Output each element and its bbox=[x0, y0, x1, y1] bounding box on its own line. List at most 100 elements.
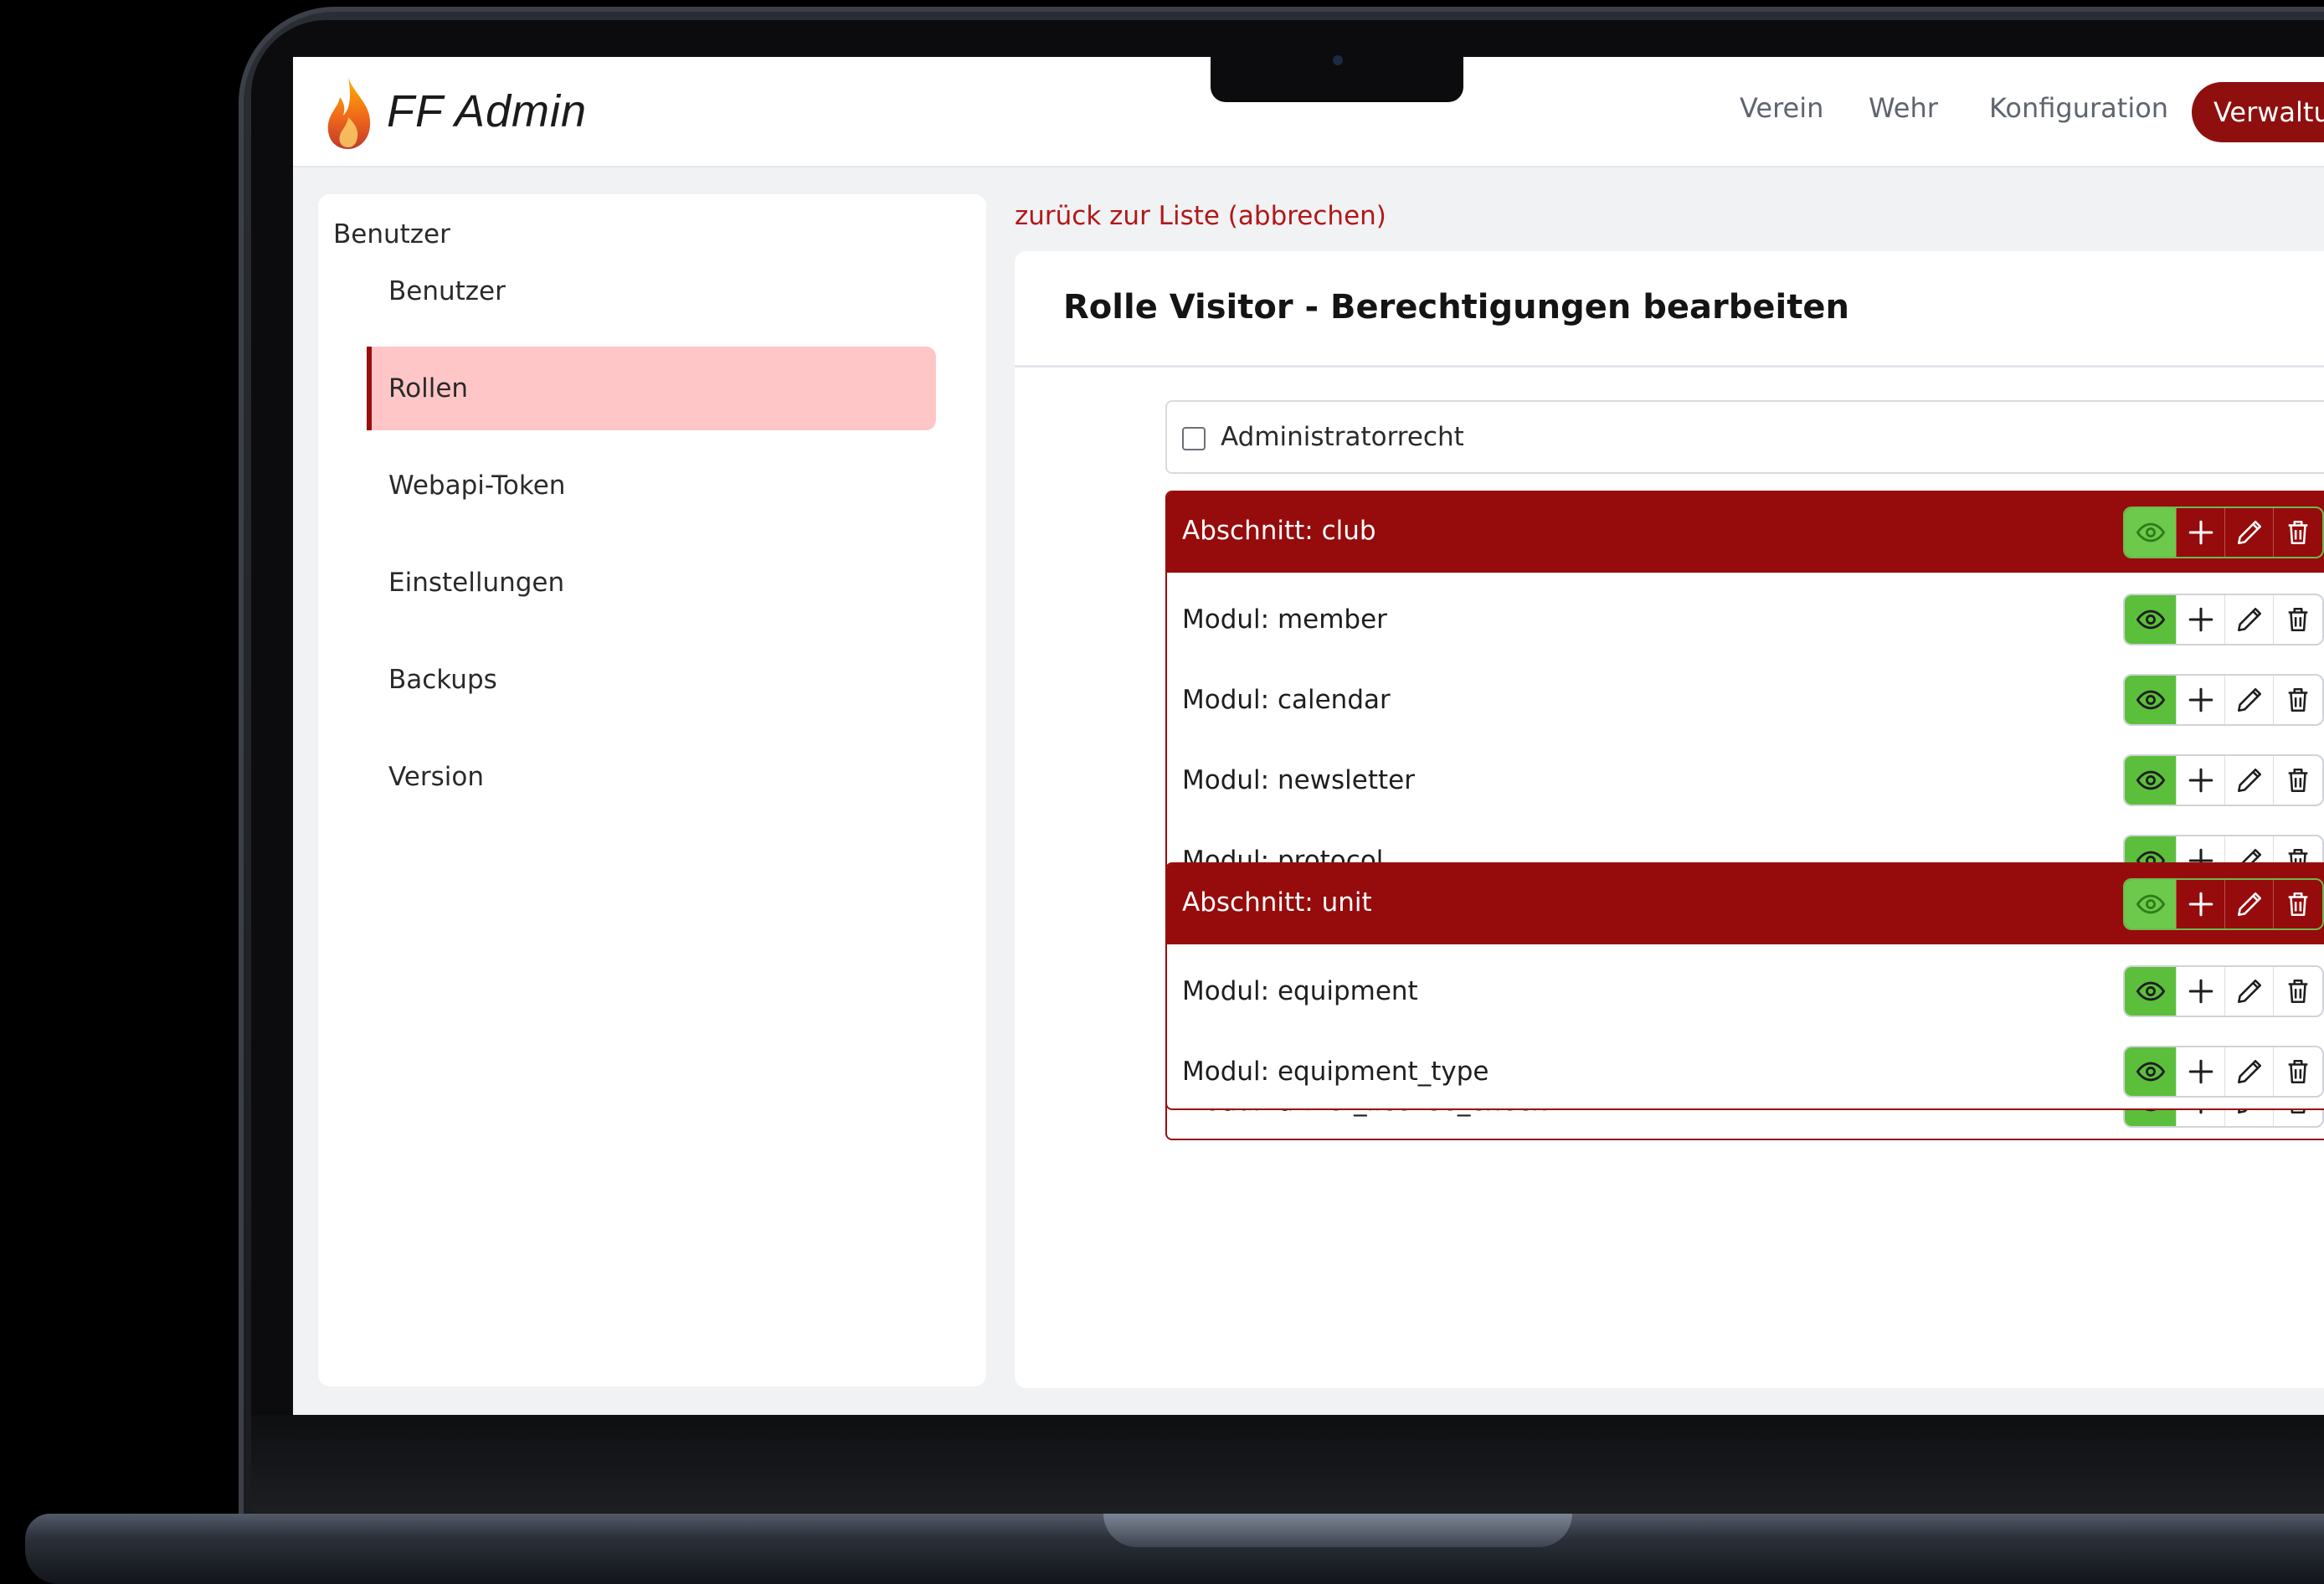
section-permission-buttons bbox=[2123, 878, 2324, 930]
sidebar-item-backups[interactable]: Backups bbox=[367, 638, 936, 722]
eye-icon bbox=[2136, 890, 2165, 918]
section-header: Abschnitt: unit bbox=[1167, 864, 2324, 944]
module-create-button[interactable] bbox=[2177, 676, 2225, 724]
module-delete-button[interactable] bbox=[2274, 1047, 2322, 1096]
eye-icon bbox=[2136, 766, 2165, 795]
module-label: Modul: equipment bbox=[1182, 976, 1418, 1006]
app-logo-text[interactable]: FF Admin bbox=[387, 85, 587, 137]
pencil-icon bbox=[2235, 518, 2264, 547]
section-delete-button[interactable] bbox=[2274, 880, 2322, 928]
module-permission-buttons bbox=[2123, 594, 2324, 645]
nav-wehr[interactable]: Wehr bbox=[1869, 92, 1938, 124]
module-row: Modul: calendar bbox=[1167, 660, 2324, 740]
plus-icon bbox=[2187, 605, 2215, 634]
module-permission-buttons bbox=[2123, 754, 2324, 806]
module-update-button[interactable] bbox=[2225, 676, 2274, 724]
sidebar-item-webapi-token[interactable]: Webapi-Token bbox=[367, 444, 936, 527]
eye-icon bbox=[2136, 977, 2165, 1005]
eye-icon bbox=[2136, 1057, 2165, 1086]
permission-list: Administratorrecht Abschnitt: club Modul:… bbox=[1015, 368, 2324, 1325]
module-view-button[interactable] bbox=[2125, 967, 2177, 1016]
module-update-button[interactable] bbox=[2225, 967, 2274, 1016]
app-screen: FF Admin Verein Wehr Konfiguration Verwa… bbox=[293, 57, 2324, 1415]
trash-icon bbox=[2284, 686, 2312, 714]
admin-permission-row: Administratorrecht bbox=[1165, 400, 2324, 474]
section-header: Abschnitt: club bbox=[1167, 492, 2324, 573]
trash-icon bbox=[2284, 1057, 2312, 1086]
module-permission-buttons bbox=[2123, 674, 2324, 726]
module-view-button[interactable] bbox=[2125, 1047, 2177, 1096]
pencil-icon bbox=[2235, 977, 2264, 1005]
eye-icon bbox=[2136, 605, 2165, 634]
module-delete-button[interactable] bbox=[2274, 676, 2322, 724]
section-create-button[interactable] bbox=[2177, 880, 2225, 928]
pencil-icon bbox=[2235, 1057, 2264, 1086]
laptop-mockup: FF Admin Verein Wehr Konfiguration Verwa… bbox=[0, 0, 2324, 1584]
module-create-button[interactable] bbox=[2177, 967, 2225, 1016]
nav-verwaltung[interactable]: Verwaltung bbox=[2192, 82, 2324, 142]
camera-icon bbox=[1333, 55, 1343, 65]
section-title: Abschnitt: club bbox=[1182, 516, 1376, 546]
section-permission-buttons bbox=[2123, 507, 2324, 558]
module-update-button[interactable] bbox=[2225, 595, 2274, 644]
plus-icon bbox=[2187, 1057, 2215, 1086]
module-label: Modul: calendar bbox=[1182, 685, 1391, 715]
module-create-button[interactable] bbox=[2177, 1047, 2225, 1096]
module-row: Modul: member bbox=[1167, 579, 2324, 660]
module-label: Modul: equipment_type bbox=[1182, 1057, 1489, 1087]
nav-verein[interactable]: Verein bbox=[1740, 92, 1823, 124]
section-view-button[interactable] bbox=[2125, 880, 2177, 928]
module-permission-buttons bbox=[2123, 1046, 2324, 1098]
module-update-button[interactable] bbox=[2225, 1047, 2274, 1096]
flame-logo-icon bbox=[327, 77, 371, 149]
sidebar-item-version[interactable]: Version bbox=[367, 735, 936, 819]
module-update-button[interactable] bbox=[2225, 756, 2274, 805]
eye-icon bbox=[2136, 686, 2165, 714]
module-create-button[interactable] bbox=[2177, 595, 2225, 644]
nav-konfiguration[interactable]: Konfiguration bbox=[1989, 92, 2168, 124]
section-update-button[interactable] bbox=[2225, 508, 2274, 557]
module-view-button[interactable] bbox=[2125, 676, 2177, 724]
module-permission-buttons bbox=[2123, 965, 2324, 1017]
trash-icon bbox=[2284, 890, 2312, 918]
module-label: Modul: newsletter bbox=[1182, 765, 1415, 795]
page-title: Rolle Visitor - Berechtigungen bearbeite… bbox=[1063, 288, 1849, 327]
module-row: Modul: equipment_type bbox=[1167, 1031, 2324, 1108]
admin-checkbox[interactable] bbox=[1182, 427, 1206, 450]
plus-icon bbox=[2187, 890, 2215, 918]
sidebar: Benutzer Benutzer Rollen Webapi-Token Ei… bbox=[318, 194, 986, 1386]
module-view-button[interactable] bbox=[2125, 756, 2177, 805]
back-to-list-link[interactable]: zurück zur Liste (abbrechen) bbox=[1015, 201, 1386, 231]
sidebar-item-einstellungen[interactable]: Einstellungen bbox=[367, 541, 936, 625]
section-delete-button[interactable] bbox=[2274, 508, 2322, 557]
section-update-button[interactable] bbox=[2225, 880, 2274, 928]
module-view-button[interactable] bbox=[2125, 595, 2177, 644]
module-row: Modul: newsletter bbox=[1167, 740, 2324, 820]
laptop-chin bbox=[251, 1415, 2324, 1519]
permissions-panel: Rolle Visitor - Berechtigungen bearbeite… bbox=[1015, 251, 2324, 1388]
plus-icon bbox=[2187, 766, 2215, 795]
pencil-icon bbox=[2235, 686, 2264, 714]
plus-icon bbox=[2187, 977, 2215, 1005]
module-delete-button[interactable] bbox=[2274, 595, 2322, 644]
sidebar-item-rollen[interactable]: Rollen bbox=[367, 347, 936, 430]
permission-section: Abschnitt: unit Modul: equipment Modul: eq… bbox=[1165, 862, 2324, 1110]
module-label: Modul: member bbox=[1182, 604, 1387, 635]
laptop-hinge-cutout bbox=[1103, 1514, 1572, 1547]
pencil-icon bbox=[2235, 766, 2264, 795]
admin-label: Administratorrecht bbox=[1221, 422, 1464, 452]
module-delete-button[interactable] bbox=[2274, 756, 2322, 805]
section-view-button[interactable] bbox=[2125, 508, 2177, 557]
module-delete-button[interactable] bbox=[2274, 967, 2322, 1016]
pencil-icon bbox=[2235, 890, 2264, 918]
trash-icon bbox=[2284, 977, 2312, 1005]
section-create-button[interactable] bbox=[2177, 508, 2225, 557]
sidebar-item-benutzer[interactable]: Benutzer bbox=[367, 249, 936, 333]
eye-icon bbox=[2136, 518, 2165, 547]
module-create-button[interactable] bbox=[2177, 756, 2225, 805]
trash-icon bbox=[2284, 518, 2312, 547]
sidebar-heading: Benutzer bbox=[333, 219, 450, 249]
plus-icon bbox=[2187, 686, 2215, 714]
trash-icon bbox=[2284, 605, 2312, 634]
plus-icon bbox=[2187, 518, 2215, 547]
